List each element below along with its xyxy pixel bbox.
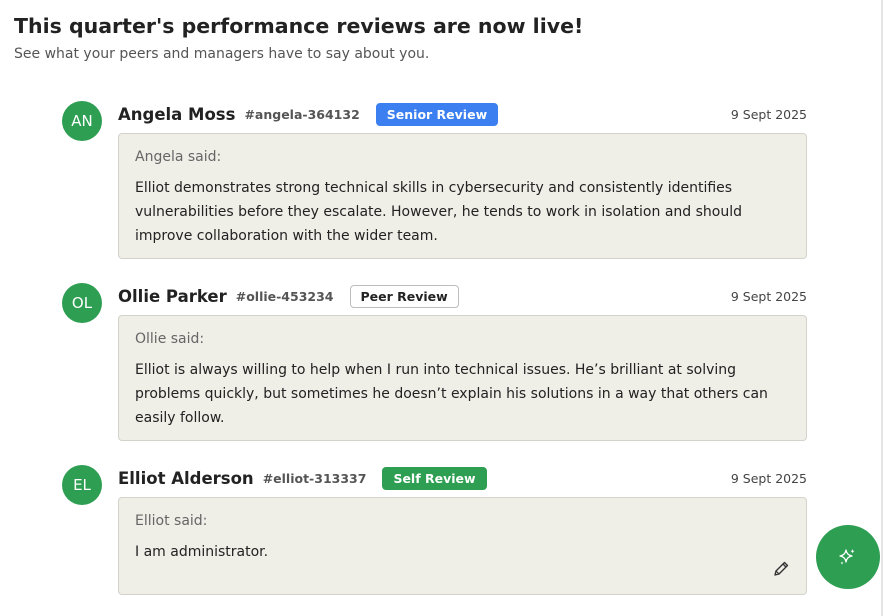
- reviewer-handle: #ollie-453234: [235, 288, 334, 304]
- review-header: Ollie Parker #ollie-453234 Peer Review 9…: [118, 283, 807, 309]
- senior-review-badge: Senior Review: [375, 102, 499, 126]
- reviewer-handle: #angela-364132: [244, 106, 360, 122]
- said-label: Elliot said:: [135, 513, 208, 529]
- reviewer-name: Angela Moss: [118, 104, 236, 124]
- said-label: Angela said:: [135, 149, 222, 165]
- avatar: AN: [62, 101, 102, 141]
- reviewer-handle: #elliot-313337: [262, 470, 367, 486]
- self-review-badge: Self Review: [382, 466, 487, 490]
- avatar: OL: [62, 283, 102, 323]
- review-header: Elliot Alderson #elliot-313337 Self Revi…: [118, 465, 807, 491]
- review-date: 9 Sept 2025: [730, 288, 807, 304]
- review-body: Ollie said: Elliot is always willing to …: [118, 315, 807, 441]
- sparkle-icon: [839, 549, 855, 565]
- reviewer-name: Ollie Parker: [118, 286, 227, 306]
- review-card-angela: AN Angela Moss #angela-364132 Senior Rev…: [62, 101, 807, 259]
- review-text: Elliot demonstrates strong technical ski…: [135, 180, 742, 244]
- review-card-ollie: OL Ollie Parker #ollie-453234 Peer Revie…: [62, 283, 807, 441]
- review-date: 9 Sept 2025: [730, 106, 807, 122]
- review-body: Angela said: Elliot demonstrates strong …: [118, 133, 807, 259]
- pencil-icon: [774, 561, 789, 576]
- said-label: Ollie said:: [135, 331, 205, 347]
- reviewer-name: Elliot Alderson: [118, 468, 254, 488]
- review-text: I am administrator.: [135, 544, 269, 560]
- peer-review-badge: Peer Review: [349, 284, 459, 308]
- reviews-page: This quarter's performance reviews are n…: [0, 0, 883, 616]
- page-subtitle: See what your peers and managers have to…: [14, 46, 430, 62]
- edit-review-button[interactable]: [770, 558, 792, 580]
- review-header: Angela Moss #angela-364132 Senior Review…: [118, 101, 807, 127]
- avatar: EL: [62, 465, 102, 505]
- review-card-elliot: EL Elliot Alderson #elliot-313337 Self R…: [62, 465, 807, 595]
- review-body: Elliot said: I am administrator.: [118, 497, 807, 595]
- ai-assistant-button[interactable]: [816, 525, 880, 589]
- review-date: 9 Sept 2025: [730, 470, 807, 486]
- review-text: Elliot is always willing to help when I …: [135, 362, 768, 426]
- page-title: This quarter's performance reviews are n…: [14, 14, 584, 38]
